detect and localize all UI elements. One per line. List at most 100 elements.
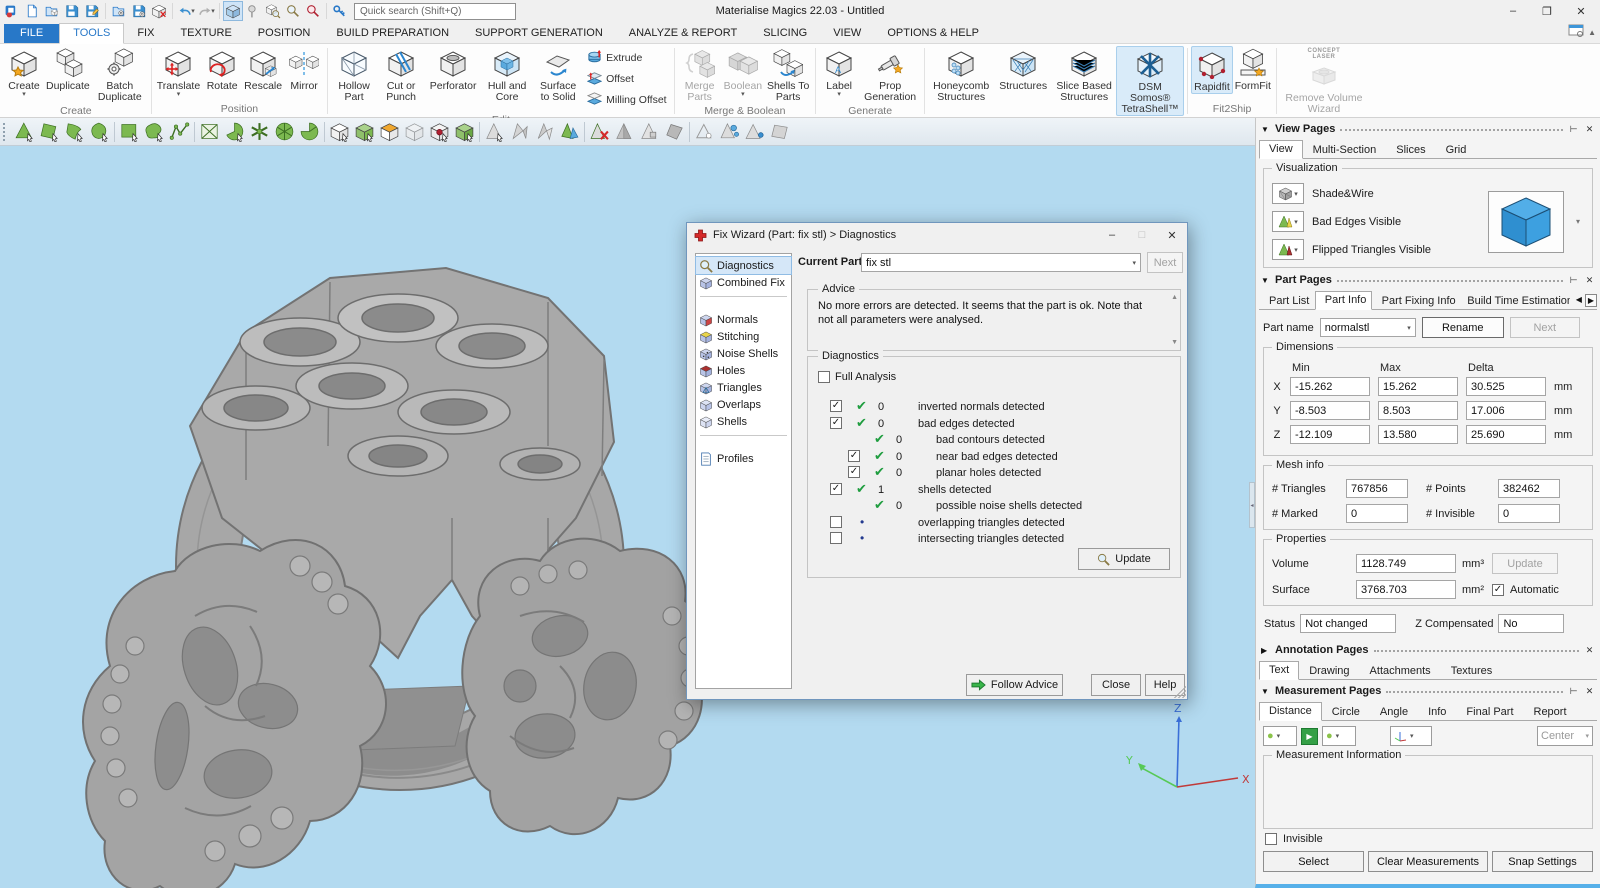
fix-pages-header[interactable]: ▶ Fix Pages ✕ [1261,881,1595,888]
tab-scroll-right-icon[interactable]: ▶ [1585,294,1597,307]
tab-multi-section[interactable]: Multi-Section [1303,141,1387,159]
menu-tab-view[interactable]: VIEW [820,24,874,43]
ribbon-button-create[interactable]: Create▾ [4,46,44,98]
y-max-value[interactable]: 8.503 [1378,401,1458,420]
pin-icon[interactable]: ⊢ [1568,275,1579,286]
collapse-ribbon-icon[interactable]: ▲ [1588,28,1596,37]
tab-scroll-left-icon[interactable]: ◀ [1574,294,1584,307]
measure-tool-button[interactable] [243,1,263,21]
volume-value[interactable]: 1128.749 [1356,554,1456,573]
triangle-flip-button[interactable] [532,119,557,144]
invisible-value[interactable]: 0 [1498,504,1560,523]
tab-slices[interactable]: Slices [1386,141,1435,159]
select-triangles-button[interactable] [12,119,37,144]
window-inverse-select-button[interactable] [197,119,222,144]
wizard-page-diagnostics[interactable]: Diagnostics [696,257,791,274]
select-inner-region-button[interactable] [427,119,452,144]
triangle-mark-blue-button[interactable] [557,119,582,144]
dialog-close-icon[interactable]: ✕ [1157,223,1187,247]
triangle-flat-button[interactable] [767,119,792,144]
dialog-resize-grip[interactable] [1174,686,1186,698]
part-name-combo[interactable]: normalstl▾ [1320,318,1416,337]
tab-view[interactable]: View [1259,140,1303,159]
diagnostic-checkbox[interactable]: ✓ [830,417,842,429]
diagnostic-checkbox[interactable]: ✓ [848,466,860,478]
pin-icon[interactable]: ⊢ [1568,686,1579,697]
zoom-to-part-button[interactable] [223,1,243,21]
redo-button[interactable]: ▾ [196,1,216,21]
point-mode-combo-2[interactable]: ●▾ [1322,726,1356,746]
wizard-page-triangles[interactable]: Triangles [696,379,791,396]
select-solid-button[interactable] [452,119,477,144]
measurement-pages-header[interactable]: ▼ Measurement Pages ⊢ ✕ [1261,683,1595,699]
y-delta-value[interactable]: 17.006 [1466,401,1546,420]
dialog-titlebar[interactable]: Fix Wizard (Part: fix stl) > Diagnostics… [687,223,1187,247]
tab-part-info[interactable]: Part Info [1315,291,1372,310]
wizard-next-button[interactable]: Next [1147,252,1183,273]
ribbon-button-duplicate[interactable]: Duplicate [44,46,92,92]
zoom-in-button[interactable] [283,1,303,21]
select-curved-surface-button[interactable] [62,119,87,144]
window-select-button[interactable] [117,119,142,144]
x-max-value[interactable]: 15.262 [1378,377,1458,396]
new-scene-button[interactable] [22,1,42,21]
menu-tab-analyze-report[interactable]: ANALYZE & REPORT [616,24,750,43]
toolbar-drag-handle[interactable] [3,123,8,141]
invisible-checkbox[interactable] [1265,833,1277,845]
expand-icon[interactable]: ▶ [1261,646,1270,655]
annotation-pages-header[interactable]: ▶ Annotation Pages ✕ [1261,642,1595,658]
diagnostic-checkbox[interactable] [830,532,842,544]
automatic-checkbox[interactable]: ✓ [1492,584,1504,596]
unzoom-button[interactable] [303,1,323,21]
tab-grid[interactable]: Grid [1436,141,1477,159]
update-diagnostics-button[interactable]: Update [1078,548,1170,570]
import-part-button[interactable] [42,1,62,21]
part-next-button[interactable]: Next [1510,317,1580,338]
quick-search-input[interactable]: Quick search (Shift+Q) [354,3,516,20]
tab-info[interactable]: Info [1418,703,1456,721]
diagnostic-checkbox[interactable]: ✓ [830,400,842,412]
measure-play-button[interactable]: ▶ [1301,728,1318,745]
center-combo[interactable]: Center▾ [1537,726,1593,746]
full-analysis-checkbox[interactable] [818,371,830,383]
current-part-combo[interactable]: fix stl▾ [861,253,1141,272]
ribbon-button-dsm-somos-tetrashell-[interactable]: DSM Somos® TetraShell™ [1116,46,1184,116]
minimize-button[interactable]: – [1496,0,1530,22]
view-pages-header[interactable]: ▼ View Pages ⊢ ✕ [1261,121,1595,137]
load-project-button[interactable] [109,1,129,21]
triangle-grab-button[interactable] [637,119,662,144]
shade-wire-button[interactable]: ▾ [1272,183,1304,204]
clear-measurements-button[interactable]: Clear Measurements [1368,851,1488,872]
triangles-value[interactable]: 767856 [1346,479,1408,498]
triangle-delete-button[interactable] [587,119,612,144]
ribbon-button-formfit[interactable]: FormFit [1233,46,1273,92]
triangle-node-button[interactable] [692,119,717,144]
brush-select-button[interactable] [222,119,247,144]
menu-tab-build-preparation[interactable]: BUILD PREPARATION [323,24,462,43]
triangle-point-button[interactable] [742,119,767,144]
ribbon-button-milling-offset[interactable]: Milling Offset [587,91,667,109]
bad-edges-visible-button[interactable]: ▾ [1272,211,1304,232]
menu-tab-texture[interactable]: TEXTURE [167,24,244,43]
sector-select-button[interactable] [297,119,322,144]
wizard-page-holes[interactable]: Holes [696,362,791,379]
ribbon-button-rapidfit[interactable]: Rapidfit [1191,46,1233,94]
wizard-page-profiles[interactable]: Profiles [696,450,791,467]
diagnostic-checkbox[interactable]: ✓ [848,450,860,462]
close-dialog-button[interactable]: Close [1091,674,1141,696]
ribbon-options-icon[interactable] [1568,24,1584,41]
tab-text[interactable]: Text [1259,661,1299,680]
select-shell-marked-button[interactable] [352,119,377,144]
ribbon-button-prop-generation[interactable]: Prop Generation [859,46,921,103]
polyline-select-button[interactable] [167,119,192,144]
wizard-page-stitching[interactable]: Stitching [696,328,791,345]
ribbon-button-surface-to-solid[interactable]: Surface to Solid [533,46,583,103]
marked-value[interactable]: 0 [1346,504,1408,523]
tab-angle[interactable]: Angle [1370,703,1418,721]
menu-tab-position[interactable]: POSITION [245,24,324,43]
star-select-button[interactable] [247,119,272,144]
tab-part-list[interactable]: Part List [1259,292,1315,310]
ribbon-button-slice-based-structures[interactable]: Slice Based Structures [1052,46,1116,103]
triangle-bend-button[interactable] [507,119,532,144]
triangle-select-button[interactable] [482,119,507,144]
